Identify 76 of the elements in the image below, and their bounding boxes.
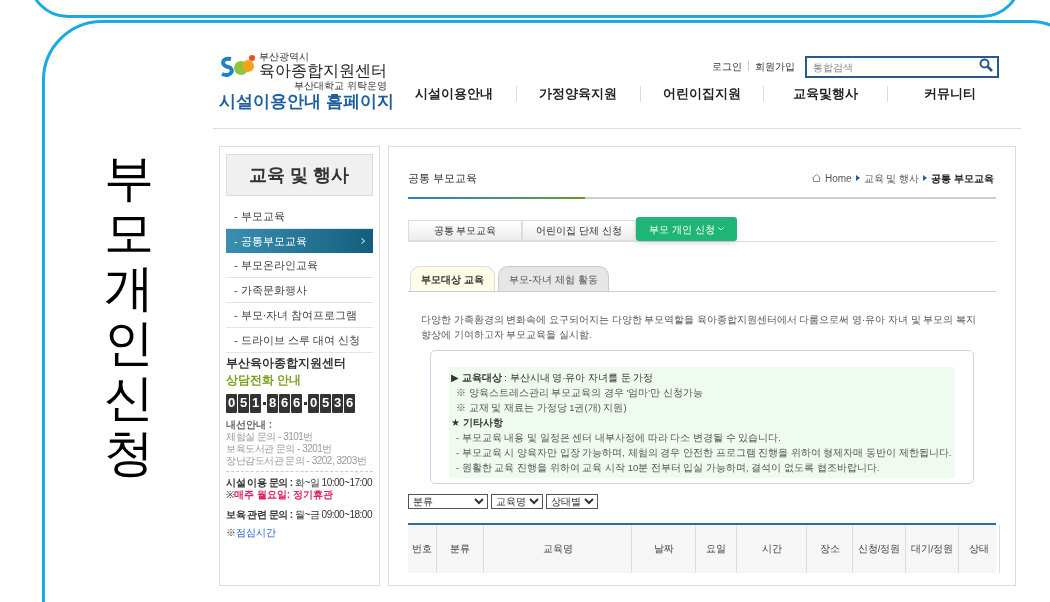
logo-city: 부산광역시	[259, 51, 309, 62]
phone-digit: 1	[250, 393, 261, 413]
hours-text: 보육 관련 문의 : 월~금 09:00~18:00	[226, 508, 373, 521]
filter-select[interactable]: 상태별	[546, 494, 598, 509]
slide-title: 부모 개인 신청	[104, 151, 154, 483]
phone-digit: 3	[332, 393, 343, 413]
subtab[interactable]: 부모대상 교육	[410, 266, 495, 291]
triangle-icon	[923, 175, 928, 181]
extension-text: 보육도서관 문의 - 3201번	[226, 442, 333, 455]
column-header: 상태	[959, 525, 1000, 573]
phone-digit: 0	[308, 393, 319, 413]
column-header: 분류	[437, 525, 484, 573]
logo-name: 육아종합지원센터	[259, 62, 387, 80]
column-header: 교육명	[484, 525, 632, 573]
breadcrumb-link[interactable]: Home	[824, 170, 852, 186]
nav-link[interactable]: 가정양육지원	[516, 85, 640, 104]
phone-digit: 5	[238, 393, 249, 413]
nav-link[interactable]: 시설이용안내	[393, 85, 516, 104]
lunch-notice: ※점심시간	[226, 526, 277, 539]
tab[interactable]: 어린이집 단체 신청	[522, 220, 636, 241]
info-text: ★ 기타사항	[450, 416, 504, 430]
filter-select[interactable]: 교육명	[491, 494, 543, 509]
phone-digit: 5	[320, 393, 331, 413]
home-icon	[811, 174, 821, 182]
sidebar-item[interactable]: - 부모·자녀 참여프로그램	[226, 303, 373, 328]
page-title: 공통 부모교육	[408, 170, 478, 186]
chevron-icon	[717, 227, 724, 231]
info-text: - 부모교육 시 양육자만 입장 가능하며, 체험의 경우 안전한 프로그램 진행을 위하여 형제자매 동반이 제한됩니다.	[455, 446, 953, 460]
subtab[interactable]: 부모-자녀 체험 활동	[497, 266, 609, 291]
closed-notice: ※매주 월요일: 정기휴관	[226, 488, 334, 501]
info-text: - 부모교육 내용 및 일정은 센터 내부사정에 따라 다소 변경될 수 있습니다.	[455, 431, 782, 445]
search-field[interactable]: 통합검색	[805, 56, 999, 79]
logo-operator: 부산대학교 위탁운영	[294, 80, 387, 91]
column-header: 번호	[408, 525, 437, 573]
column-header: 신청/정원	[853, 525, 906, 573]
nav-link[interactable]: 교육및행사	[764, 85, 888, 104]
sidebar-title: 교육 및 행사	[226, 154, 373, 196]
phone-digit: 8	[267, 393, 278, 413]
phone-digit: 6	[279, 393, 290, 413]
nav-link[interactable]: 어린이집지원	[640, 85, 764, 104]
info-text: ▶ 교육대상 : 부산시내 영·유아 자녀를 둔 가정	[450, 371, 655, 385]
sidebar-item[interactable]: - 공통부모교육	[226, 229, 373, 253]
logo-icon	[219, 54, 257, 80]
breadcrumb-link[interactable]: 공통 부모교육	[931, 170, 994, 186]
site-title: 시설이용안내 홈페이지	[219, 91, 393, 113]
hours-text: 시설 이용 문의 : 화~일 10:00~17:00	[226, 476, 373, 489]
info-text: ※ 양육스트레스관리 부모교육의 경우 '엄마'만 신청가능	[455, 386, 704, 400]
column-header: 요일	[696, 525, 737, 573]
breadcrumb-link[interactable]: 교육 및 행사	[863, 170, 920, 186]
info-text: - 원활한 교육 진행을 위하여 교육 시작 10분 전부터 입실 가능하며, 결석이 없도록 협조바랍니다.	[455, 461, 881, 475]
intro-text: 다양한 가족환경의 변화속에 요구되어지는 다양한 부모역할을 육아종합지원센터에서 다룸으로써 영·유아 자녀 및 부모의 복지향상에 기여하고자 부모교육을 실시함.	[420, 313, 977, 342]
center-name: 부산육아종합지원센터	[226, 356, 347, 371]
sidebar-item[interactable]: - 부모온라인교육	[226, 253, 373, 278]
phone-digit: 0	[226, 393, 237, 413]
extension-label: 내선안내 :	[226, 418, 274, 431]
info-text: ※ 교재 및 재료는 가정당 1권(개) 지원)	[455, 401, 628, 415]
chevron-icon	[361, 238, 365, 244]
header-link[interactable]: 로그인	[712, 58, 742, 74]
extension-text: 체험실 문의 - 3101번	[226, 430, 314, 443]
phone-digit: 6	[291, 393, 302, 413]
extension-text: 장난감도서관 문의 - 3202, 3203번	[226, 454, 368, 467]
header-link[interactable]: 회원가입	[755, 58, 795, 74]
search-icon[interactable]	[979, 57, 993, 72]
filter-select[interactable]: 분류	[408, 494, 488, 509]
sidebar-item[interactable]: - 가족문화행사	[226, 278, 373, 303]
sidebar-item[interactable]: - 드라이브 스루 대여 신청	[226, 328, 373, 353]
column-header: 장소	[807, 525, 853, 573]
column-header: 날짜	[632, 525, 696, 573]
phone-digit: 6	[344, 393, 355, 413]
column-header: 시간	[737, 525, 807, 573]
nav-link[interactable]: 커뮤니티	[888, 85, 1011, 104]
lunch-link[interactable]: 점심시간	[236, 526, 276, 538]
tab[interactable]: 공통 부모교육	[408, 220, 522, 241]
triangle-icon	[855, 175, 860, 181]
consult-subtitle: 상담전화 안내	[226, 373, 303, 389]
column-header: 대기/정원	[906, 525, 959, 573]
